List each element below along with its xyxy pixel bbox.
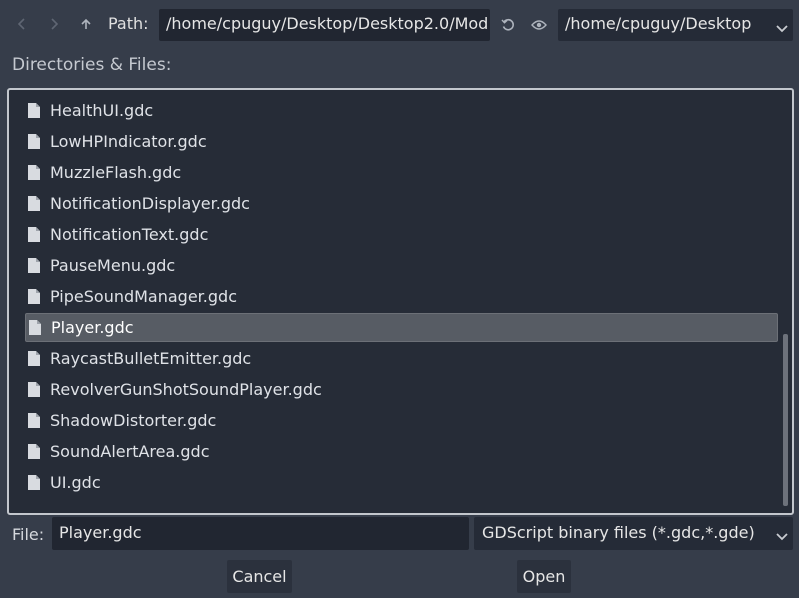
file-list-item[interactable]: SoundAlertArea.gdc xyxy=(25,437,778,466)
section-title: Directories & Files: xyxy=(12,55,172,75)
file-name: PauseMenu.gdc xyxy=(50,256,176,275)
file-icon xyxy=(27,350,43,368)
file-list[interactable]: HealthUI.gdc LowHPIndicator.gdc MuzzleFlas… xyxy=(7,88,794,515)
file-list-item[interactable]: NotificationDisplayer.gdc xyxy=(25,189,778,218)
scrollbar-thumb[interactable] xyxy=(783,334,788,506)
file-name: HealthUI.gdc xyxy=(50,101,154,120)
file-icon xyxy=(27,226,43,244)
back-arrow-icon[interactable] xyxy=(12,13,32,35)
file-list-item[interactable]: Player.gdc xyxy=(25,313,778,342)
path-label: Path: xyxy=(108,14,149,33)
forward-arrow-icon[interactable] xyxy=(44,13,64,35)
file-name: Player.gdc xyxy=(51,318,134,337)
drive-select-value: /home/cpuguy/Desktop xyxy=(565,14,752,33)
file-list-item[interactable]: PipeSoundManager.gdc xyxy=(25,282,778,311)
file-name: SoundAlertArea.gdc xyxy=(50,442,210,461)
file-icon xyxy=(27,443,43,461)
file-name: PipeSoundManager.gdc xyxy=(50,287,237,306)
file-list-item[interactable]: MuzzleFlash.gdc xyxy=(25,158,778,187)
file-list-item[interactable]: PauseMenu.gdc xyxy=(25,251,778,280)
file-list-item[interactable]: NotificationText.gdc xyxy=(25,220,778,249)
open-button[interactable]: Open xyxy=(517,560,571,593)
file-list-item[interactable]: ShadowDistorter.gdc xyxy=(25,406,778,435)
file-name: RaycastBulletEmitter.gdc xyxy=(50,349,252,368)
file-name: NotificationText.gdc xyxy=(50,225,209,244)
file-label: File: xyxy=(12,525,45,544)
path-input[interactable]: /home/cpuguy/Desktop/Desktop2.0/Mod xyxy=(159,9,490,41)
file-list-item[interactable]: RevolverGunShotSoundPlayer.gdc xyxy=(25,375,778,404)
file-list-item[interactable]: RaycastBulletEmitter.gdc xyxy=(25,344,778,373)
file-icon xyxy=(28,319,44,337)
file-icon xyxy=(27,102,43,120)
file-icon xyxy=(27,381,43,399)
chevron-down-icon xyxy=(776,527,788,546)
file-icon xyxy=(27,412,43,430)
file-list-item[interactable]: UI.gdc xyxy=(25,468,778,497)
file-icon xyxy=(27,257,43,275)
drive-select[interactable]: /home/cpuguy/Desktop xyxy=(558,9,793,41)
file-name: MuzzleFlash.gdc xyxy=(50,163,182,182)
file-name: ShadowDistorter.gdc xyxy=(50,411,217,430)
file-list-item[interactable]: LowHPIndicator.gdc xyxy=(25,127,778,156)
file-filter-select[interactable]: GDScript binary files (*.gdc,*.gde) xyxy=(474,517,793,550)
file-list-item[interactable]: HealthUI.gdc xyxy=(25,96,778,125)
file-icon xyxy=(27,164,43,182)
file-name-input[interactable]: Player.gdc xyxy=(52,517,469,550)
file-name: RevolverGunShotSoundPlayer.gdc xyxy=(50,380,322,399)
file-filter-value: GDScript binary files (*.gdc,*.gde) xyxy=(482,523,755,542)
file-name: NotificationDisplayer.gdc xyxy=(50,194,250,213)
cancel-button[interactable]: Cancel xyxy=(227,560,292,593)
file-icon xyxy=(27,133,43,151)
file-icon xyxy=(27,195,43,213)
toolbar: Path: /home/cpuguy/Desktop/Desktop2.0/Mo… xyxy=(0,0,799,50)
file-name: UI.gdc xyxy=(50,473,101,492)
file-name: LowHPIndicator.gdc xyxy=(50,132,207,151)
scrollbar-track[interactable] xyxy=(783,94,788,509)
file-icon xyxy=(27,474,43,492)
up-arrow-icon[interactable] xyxy=(76,13,96,35)
chevron-down-icon xyxy=(776,19,788,38)
refresh-icon[interactable] xyxy=(498,14,518,36)
eye-icon[interactable] xyxy=(529,14,549,36)
file-icon xyxy=(27,288,43,306)
